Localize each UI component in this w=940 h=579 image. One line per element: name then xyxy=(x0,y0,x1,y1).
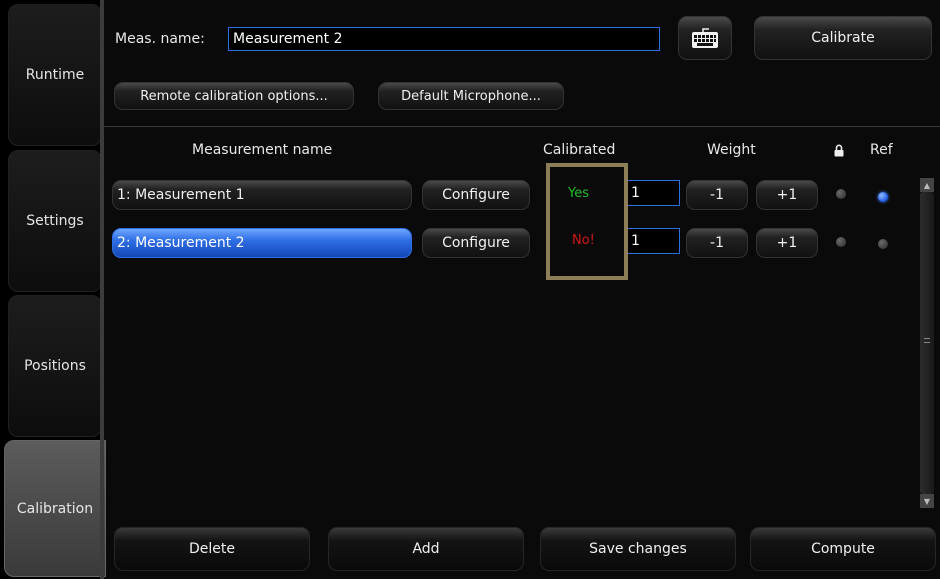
weight-decrement-row-2[interactable]: -1 xyxy=(686,228,748,258)
sidebar-divider xyxy=(100,0,104,579)
configure-button-row-1[interactable]: Configure xyxy=(422,180,530,210)
column-measurement-name: Measurement name xyxy=(192,142,333,158)
meas-name-input[interactable]: Measurement 2 xyxy=(228,27,660,51)
plus-label: +1 xyxy=(776,187,798,203)
remote-calibration-options-button[interactable]: Remote calibration options... xyxy=(114,82,354,110)
measurement-row-1-name[interactable]: 1: Measurement 1 xyxy=(112,180,412,210)
configure-button-row-2[interactable]: Configure xyxy=(422,228,530,258)
calibrated-highlight-box xyxy=(546,163,628,280)
default-microphone-label: Default Microphone... xyxy=(401,88,541,104)
compute-button[interactable]: Compute xyxy=(750,527,936,571)
minus-label: -1 xyxy=(710,187,724,203)
plus-label: +1 xyxy=(776,235,798,251)
delete-button[interactable]: Delete xyxy=(114,527,310,571)
add-button[interactable]: Add xyxy=(328,527,524,571)
tab-runtime-label: Runtime xyxy=(25,67,85,83)
meas-name-label: Meas. name: xyxy=(115,31,205,47)
tab-runtime[interactable]: Runtime xyxy=(8,4,102,146)
ref-indicator-row-1[interactable] xyxy=(878,192,888,202)
minus-label: -1 xyxy=(710,235,724,251)
configure-label: Configure xyxy=(442,235,510,251)
scroll-up-arrow[interactable]: ▲ xyxy=(920,178,934,192)
column-ref: Ref xyxy=(870,142,893,158)
column-weight: Weight xyxy=(707,142,756,158)
save-changes-label: Save changes xyxy=(589,541,687,557)
compute-label: Compute xyxy=(811,541,875,557)
tab-settings-label: Settings xyxy=(26,213,84,229)
scroll-down-arrow[interactable]: ▼ xyxy=(920,494,934,508)
add-label: Add xyxy=(412,541,440,557)
measurement-row-2-name[interactable]: 2: Measurement 2 xyxy=(112,228,412,258)
tab-calibration-label: Calibration xyxy=(16,500,94,517)
tab-positions[interactable]: Positions xyxy=(8,295,102,437)
save-changes-button[interactable]: Save changes xyxy=(540,527,736,571)
ref-indicator-row-2[interactable] xyxy=(878,239,888,249)
header-divider xyxy=(104,126,940,127)
tab-positions-label: Positions xyxy=(24,358,86,374)
tab-calibration[interactable]: Calibration xyxy=(4,440,106,577)
lock-icon xyxy=(834,144,844,157)
weight-decrement-row-1[interactable]: -1 xyxy=(686,180,748,210)
default-microphone-button[interactable]: Default Microphone... xyxy=(378,82,564,110)
weight-input-row-2[interactable]: 1 xyxy=(626,228,680,254)
keyboard-icon xyxy=(692,28,718,48)
configure-label: Configure xyxy=(442,187,510,203)
lock-indicator-row-2[interactable] xyxy=(836,237,846,247)
weight-increment-row-1[interactable]: +1 xyxy=(756,180,818,210)
delete-label: Delete xyxy=(189,541,235,557)
remote-calibration-options-label: Remote calibration options... xyxy=(140,88,328,104)
keyboard-button[interactable] xyxy=(678,16,732,60)
calibrate-button[interactable]: Calibrate xyxy=(754,16,932,60)
tab-settings[interactable]: Settings xyxy=(8,150,102,292)
weight-input-row-1[interactable]: 1 xyxy=(626,180,680,206)
column-calibrated: Calibrated xyxy=(543,142,616,158)
lock-indicator-row-1[interactable] xyxy=(836,189,846,199)
scrollbar-grip[interactable] xyxy=(924,330,930,350)
calibrate-label: Calibrate xyxy=(811,30,875,46)
weight-increment-row-2[interactable]: +1 xyxy=(756,228,818,258)
